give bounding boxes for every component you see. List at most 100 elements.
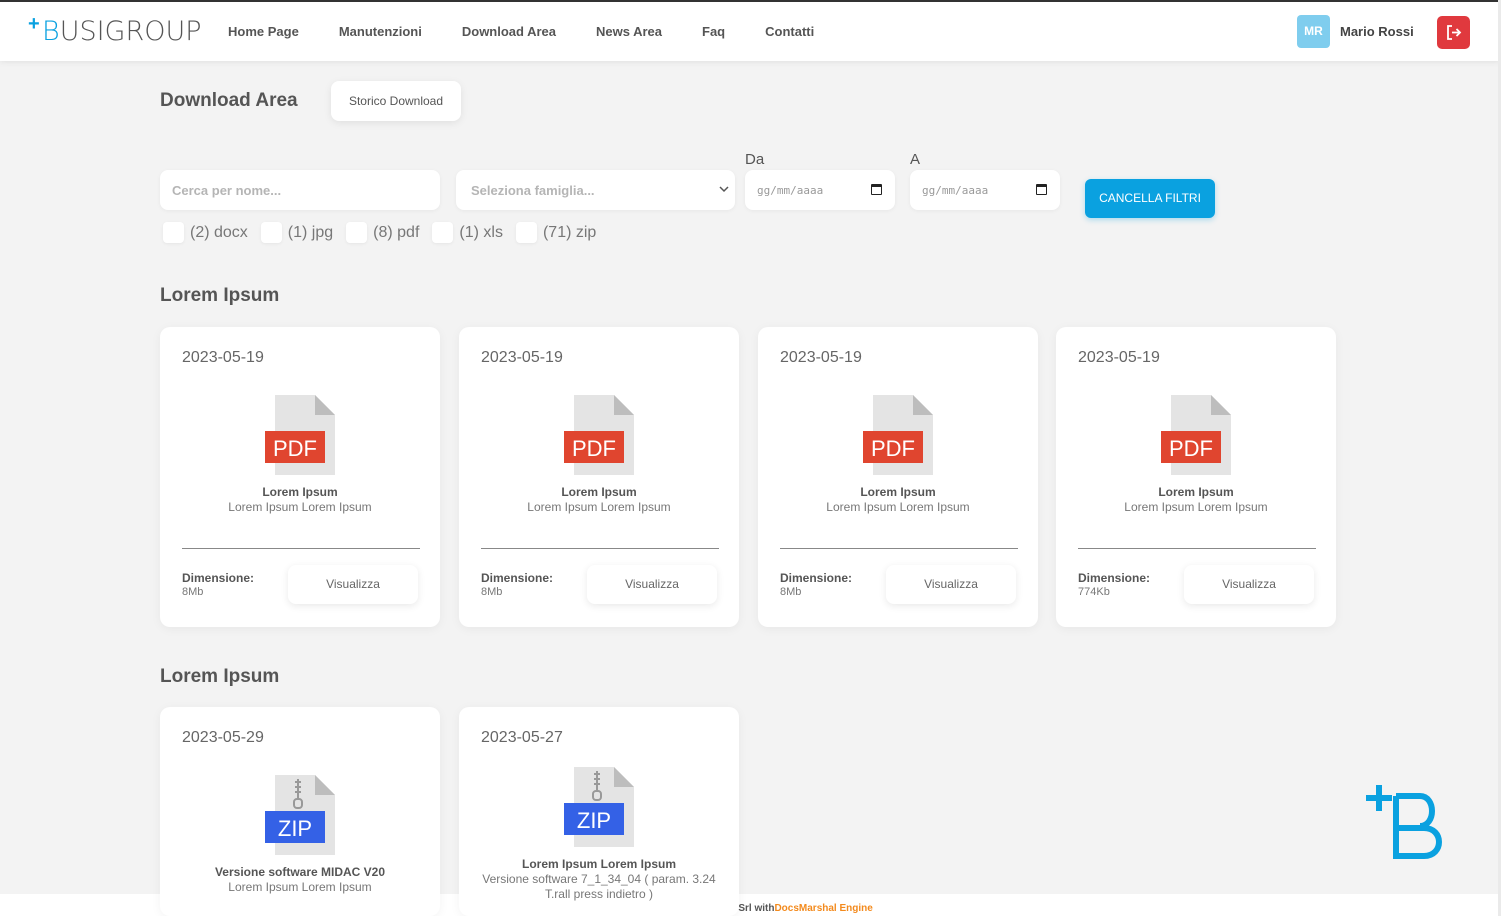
divider xyxy=(481,548,719,549)
logo-plus: + xyxy=(28,13,40,35)
filetype-filters: (2) docx (1) jpg (8) pdf (1) xls (71) zi… xyxy=(163,222,609,243)
filter-docx[interactable]: (2) docx xyxy=(163,222,248,243)
file-name: Versione software MIDAC V20 xyxy=(214,865,386,879)
pdf-file-icon[interactable]: PDF xyxy=(564,395,634,475)
file-name: Lorem Ipsum Lorem Ipsum xyxy=(521,857,677,871)
nav-faq[interactable]: Faq xyxy=(702,24,725,39)
logo-letter-b: B xyxy=(42,16,60,47)
calendar-icon[interactable] xyxy=(1036,184,1047,195)
filter-zip[interactable]: (71) zip xyxy=(515,222,597,243)
filter-label: (8) pdf xyxy=(373,223,420,241)
family-select-value: Seleziona famiglia... xyxy=(471,183,595,198)
filter-jpg[interactable]: (1) jpg xyxy=(260,222,334,243)
file-name: Lorem Ipsum xyxy=(561,485,637,499)
nav-contatti[interactable]: Contatti xyxy=(765,24,814,39)
file-type-label: ZIP xyxy=(577,808,611,833)
filter-label: (71) zip xyxy=(542,223,597,241)
file-description: Lorem Ipsum Lorem Ipsum xyxy=(228,880,372,894)
calendar-icon[interactable] xyxy=(871,184,882,195)
dimension-value: 8Mb xyxy=(182,586,204,598)
date-from-placeholder: gg/mm/aaaa xyxy=(757,184,824,197)
nav-home-page[interactable]: Home Page xyxy=(228,24,299,39)
checkbox[interactable] xyxy=(163,222,184,243)
file-description: Versione software 7_1_34_04 ( param. 3.2… xyxy=(482,872,716,901)
dimension-value: 774Kb xyxy=(1078,586,1110,598)
file-type-label: PDF xyxy=(572,436,616,461)
checkbox[interactable] xyxy=(515,222,537,243)
divider xyxy=(780,548,1018,549)
date-to-label: A xyxy=(910,151,921,168)
dimension-label: Dimensione: xyxy=(182,571,255,585)
header: + BUSIGROUP Home Page Manutenzioni Downl… xyxy=(0,2,1501,61)
dimension-value: 8Mb xyxy=(780,586,802,598)
pdf-file-icon[interactable]: PDF xyxy=(265,395,335,475)
file-card: 2023-05-27 ZIP Lorem Ipsum Lorem Ipsum V… xyxy=(459,707,739,916)
avatar[interactable]: MR xyxy=(1297,15,1330,48)
checkbox[interactable] xyxy=(346,222,368,243)
search-input[interactable] xyxy=(160,170,440,210)
nav-download-area[interactable]: Download Area xyxy=(462,24,556,39)
date-from-label: Da xyxy=(745,151,765,168)
cancella-filtri-button[interactable]: CANCELLA FILTRI xyxy=(1085,179,1215,218)
divider xyxy=(1078,548,1316,549)
checkbox[interactable] xyxy=(432,222,454,243)
filter-label: (1) xls xyxy=(459,223,503,241)
nav-news-area[interactable]: News Area xyxy=(596,24,662,39)
file-date: 2023-05-27 xyxy=(481,729,563,746)
file-name: Lorem Ipsum xyxy=(262,485,338,499)
main-nav: Home Page Manutenzioni Download Area New… xyxy=(228,24,854,39)
dimension-value: 8Mb xyxy=(481,586,503,598)
nav-manutenzioni[interactable]: Manutenzioni xyxy=(339,24,422,39)
checkbox[interactable] xyxy=(260,222,282,243)
file-type-label: ZIP xyxy=(278,816,312,841)
file-card: 2023-05-19 PDF Lorem Ipsum Lorem Ipsum L… xyxy=(758,327,1038,627)
user-name[interactable]: Mario Rossi xyxy=(1340,24,1414,39)
visualizza-button[interactable]: Visualizza xyxy=(288,565,418,604)
visualizza-button[interactable]: Visualizza xyxy=(886,565,1016,604)
date-to-placeholder: gg/mm/aaaa xyxy=(922,184,989,197)
file-description: Lorem Ipsum Lorem Ipsum xyxy=(826,500,970,514)
logout-icon xyxy=(1447,25,1462,40)
dimension-label: Dimensione: xyxy=(780,571,853,585)
file-type-label: PDF xyxy=(273,436,317,461)
page-title: Download Area xyxy=(160,90,298,111)
file-date: 2023-05-29 xyxy=(182,729,264,746)
date-from-input[interactable]: gg/mm/aaaa xyxy=(745,170,895,210)
visualizza-button[interactable]: Visualizza xyxy=(587,565,717,604)
filter-pdf[interactable]: (8) pdf xyxy=(346,222,419,243)
filter-xls[interactable]: (1) xls xyxy=(432,222,503,243)
file-name: Lorem Ipsum xyxy=(1158,485,1234,499)
dimension-label: Dimensione: xyxy=(481,571,554,585)
filter-label: (2) docx xyxy=(190,223,248,241)
zip-file-icon[interactable]: ZIP xyxy=(265,775,335,855)
pdf-file-icon[interactable]: PDF xyxy=(1161,395,1231,475)
file-date: 2023-05-19 xyxy=(182,349,264,366)
logout-button[interactable] xyxy=(1437,16,1470,49)
section-title: Lorem Ipsum xyxy=(160,285,280,306)
filter-label: (1) jpg xyxy=(287,223,334,241)
file-type-label: PDF xyxy=(1169,436,1213,461)
storico-download-button[interactable]: Storico Download xyxy=(331,81,461,121)
file-card: 2023-05-19 PDF Lorem Ipsum Lorem Ipsum L… xyxy=(160,327,440,627)
footer-credit: a Srl withDocsMarshal Engine xyxy=(730,903,873,914)
file-type-label: PDF xyxy=(871,436,915,461)
file-name: Lorem Ipsum xyxy=(860,485,936,499)
file-date: 2023-05-19 xyxy=(780,349,862,366)
family-select[interactable]: Seleziona famiglia... xyxy=(456,170,735,210)
chevron-down-icon xyxy=(719,186,729,193)
file-card: 2023-05-19 PDF Lorem Ipsum Lorem Ipsum L… xyxy=(1056,327,1336,627)
file-date: 2023-05-19 xyxy=(481,349,563,366)
file-date: 2023-05-19 xyxy=(1078,349,1160,366)
dimension-label: Dimensione: xyxy=(1078,571,1151,585)
file-description: Lorem Ipsum Lorem Ipsum xyxy=(228,500,372,514)
file-card: 2023-05-29 ZIP Versione software MIDAC V… xyxy=(160,707,440,916)
zip-file-icon[interactable]: ZIP xyxy=(564,767,634,847)
footer-brand-link[interactable]: DocsMarshal Engine xyxy=(774,903,872,914)
logo-rest: USIGROUP xyxy=(59,16,202,47)
date-to-input[interactable]: gg/mm/aaaa xyxy=(910,170,1060,210)
pdf-file-icon[interactable]: PDF xyxy=(863,395,933,475)
file-description: Lorem Ipsum Lorem Ipsum xyxy=(1124,500,1268,514)
busigroup-b-logo-icon xyxy=(1366,785,1442,859)
section-title: Lorem Ipsum xyxy=(160,666,280,687)
visualizza-button[interactable]: Visualizza xyxy=(1184,565,1314,604)
